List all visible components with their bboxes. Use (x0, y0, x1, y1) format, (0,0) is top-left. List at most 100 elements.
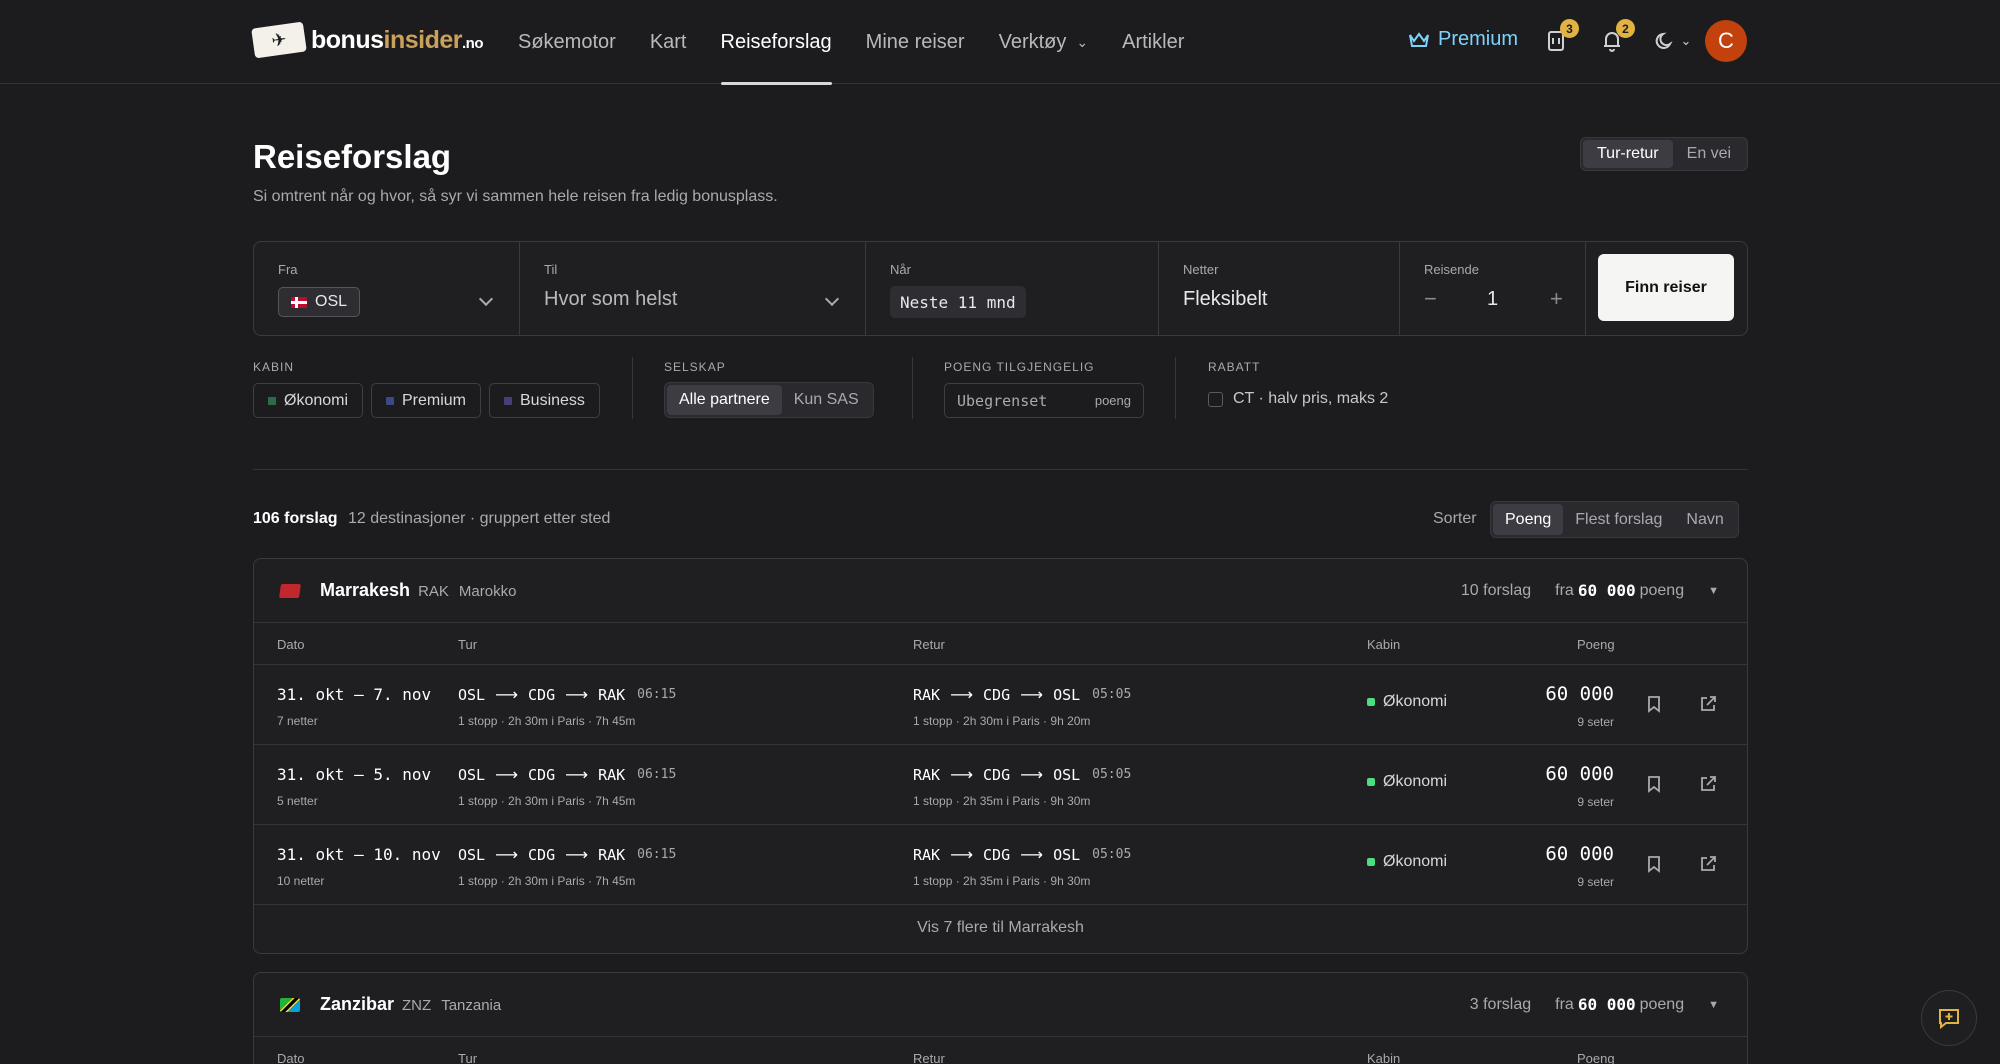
premium-link[interactable]: Premium (1408, 28, 1518, 51)
economy-dot (1367, 858, 1375, 866)
notification-count-badge: 2 (1616, 19, 1635, 38)
increase-travelers-button[interactable]: + (1550, 286, 1563, 312)
to-field[interactable]: Til Hvor som helst (520, 242, 866, 335)
sort-label: Sorter (1433, 510, 1477, 527)
col-return: Retur (913, 637, 945, 652)
from-field[interactable]: Fra OSL (254, 242, 520, 335)
divider (912, 357, 913, 419)
ticket-count-badge: 3 (1560, 19, 1579, 38)
col-cabin: Kabin (1367, 1051, 1401, 1064)
points-filter-label: POENG TILGJENGELIG (944, 360, 1095, 374)
norway-flag-icon (291, 296, 307, 308)
bookmark-icon[interactable] (1644, 774, 1664, 794)
find-trips-button[interactable]: Finn reiser (1598, 254, 1734, 321)
company-filter-label: SELSKAP (664, 360, 726, 374)
cabin-filter-label: KABIN (253, 360, 295, 374)
row-points: 60 000 (1545, 843, 1614, 865)
tickets-button[interactable]: 3 (1541, 19, 1579, 56)
bookmark-icon[interactable] (1644, 854, 1664, 874)
chevron-down-icon (824, 291, 840, 307)
notifications-button[interactable]: 2 (1597, 19, 1635, 56)
nav-artikler[interactable]: Artikler (1122, 0, 1184, 84)
outbound-route: OSL ⟶ CDG ⟶ RAK 06:15 (458, 685, 677, 704)
return-route: RAK ⟶ CDG ⟶ OSL 05:05 (913, 765, 1132, 784)
morocco-flag-icon (279, 584, 301, 598)
group-header[interactable]: Zanzibar ZNZ Tanzania 3 forslag fra 60 000 p… (254, 973, 1747, 1037)
cabin-chip-business[interactable]: Business (489, 383, 600, 418)
row-nights: 7 netter (277, 714, 318, 728)
sort-points[interactable]: Poeng (1493, 504, 1564, 535)
row-seats: 9 seter (1577, 875, 1614, 889)
divider (632, 357, 633, 419)
nights-label: Netter (1183, 262, 1219, 277)
row-dates: 31. okt – 10. nov (277, 845, 441, 864)
caret-down-icon[interactable]: ▼ (1708, 999, 1719, 1011)
cabin-chip-economy[interactable]: Økonomi (253, 383, 364, 418)
ct-checkbox[interactable] (1208, 391, 1223, 407)
sort-most[interactable]: Flest forslag (1563, 504, 1674, 535)
brand-logo[interactable]: ✈ bonusinsider.no (251, 21, 483, 59)
external-link-icon[interactable] (1698, 854, 1718, 874)
row-seats: 9 seter (1577, 715, 1614, 729)
col-out: Tur (458, 1051, 478, 1064)
external-link-icon[interactable] (1698, 694, 1718, 714)
feedback-button[interactable] (1921, 990, 1977, 1046)
table-row[interactable]: 31. okt – 7. nov 7 netter OSL ⟶ CDG ⟶ RAK 06:… (254, 665, 1747, 745)
row-dates: 31. okt – 7. nov (277, 685, 432, 704)
ct-discount-option[interactable]: CT · halv pris, maks 2 (1208, 390, 1388, 408)
col-cabin: Kabin (1367, 637, 1401, 652)
result-count: 106 forslag (253, 510, 338, 527)
sort-name[interactable]: Navn (1674, 504, 1735, 535)
company-all-partners[interactable]: Alle partnere (667, 385, 782, 415)
trip-type-round[interactable]: Tur-retur (1583, 140, 1673, 168)
when-chip[interactable]: Neste 11 mnd (890, 286, 1026, 318)
destination-value: Hvor som helst (544, 288, 678, 310)
bookmark-icon[interactable] (1644, 694, 1664, 714)
points-input[interactable]: Ubegrenset poeng (944, 383, 1144, 418)
outbound-route: OSL ⟶ CDG ⟶ RAK 06:15 (458, 845, 677, 864)
chevron-down-icon (478, 291, 494, 307)
table-header: Dato Tur Retur Kabin Poeng (254, 1037, 1747, 1064)
col-out: Tur (458, 637, 478, 652)
moon-icon (1655, 32, 1673, 49)
row-points: 60 000 (1545, 683, 1614, 705)
decrease-travelers-button[interactable]: − (1424, 286, 1437, 312)
outbound-info: 1 stopp · 2h 30m i Paris · 7h 45m (458, 874, 636, 888)
when-field[interactable]: Når Neste 11 mnd (866, 242, 1159, 335)
theme-toggle[interactable]: ⌄ (1650, 26, 1696, 56)
travelers-label: Reisende (1424, 262, 1479, 277)
nav-reiseforslag[interactable]: Reiseforslag (720, 0, 832, 85)
table-row[interactable]: 31. okt – 5. nov 5 netter OSL ⟶ CDG ⟶ RAK 06:… (254, 745, 1747, 825)
row-seats: 9 seter (1577, 795, 1614, 809)
plane-ticket-icon: ✈ (251, 21, 307, 59)
trip-type-oneway[interactable]: En vei (1673, 140, 1745, 168)
avatar[interactable]: C (1705, 20, 1747, 62)
external-link-icon[interactable] (1698, 774, 1718, 794)
points-unit: poeng (1094, 393, 1131, 408)
return-route: RAK ⟶ CDG ⟶ OSL 05:05 (913, 845, 1132, 864)
chevron-down-icon: ⌄ (1076, 33, 1089, 50)
origin-chip[interactable]: OSL (278, 287, 361, 317)
nav-kart[interactable]: Kart (650, 0, 687, 84)
economy-dot (1367, 698, 1375, 706)
trip-type-toggle: Tur-retur En vei (1580, 137, 1749, 171)
nav-mine-reiser[interactable]: Mine reiser (866, 0, 965, 84)
nav-verktoy[interactable]: Verktøy ⌄ (999, 0, 1089, 84)
caret-down-icon[interactable]: ▼ (1708, 585, 1719, 597)
show-more-button[interactable]: Vis 7 flere til Marrakesh (254, 905, 1747, 951)
top-bar: ✈ bonusinsider.no Søkemotor Kart Reisefo… (0, 0, 2000, 85)
return-info: 1 stopp · 2h 30m i Paris · 9h 20m (913, 714, 1091, 728)
nights-field[interactable]: Netter Fleksibelt (1159, 242, 1400, 335)
row-dates: 31. okt – 5. nov (277, 765, 432, 784)
company-sas-only[interactable]: Kun SAS (782, 385, 871, 415)
table-row[interactable]: 31. okt – 10. nov 10 netter OSL ⟶ CDG ⟶ RAK 0… (254, 825, 1747, 905)
row-nights: 5 netter (277, 794, 318, 808)
economy-dot (1367, 778, 1375, 786)
outbound-route: OSL ⟶ CDG ⟶ RAK 06:15 (458, 765, 677, 784)
cabin-chip-premium[interactable]: Premium (371, 383, 482, 418)
origin-code: OSL (315, 293, 348, 310)
travelers-field: Reisende − 1 + (1400, 242, 1586, 335)
group-header[interactable]: Marrakesh RAK Marokko 10 forslag fra 60 000… (254, 559, 1747, 623)
nav-sokemotor[interactable]: Søkemotor (518, 0, 616, 84)
col-points: Poeng (1577, 637, 1615, 652)
